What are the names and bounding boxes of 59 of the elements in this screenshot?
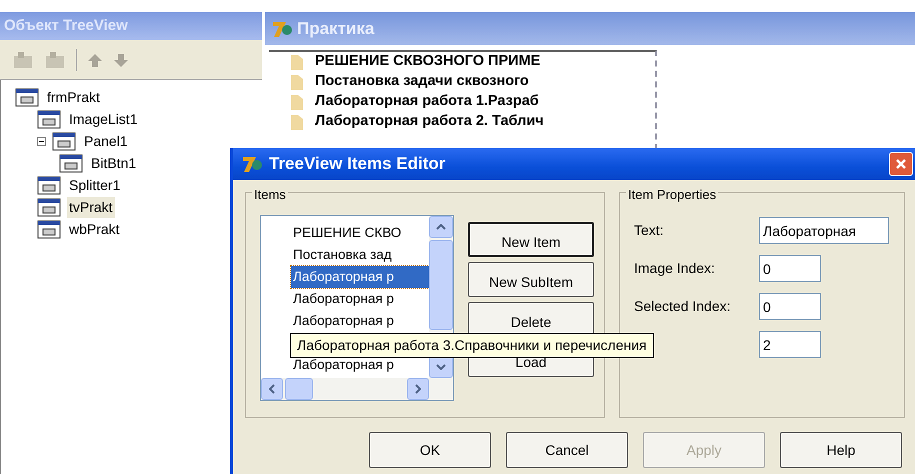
tree-item[interactable]: BitBtn1 [89, 152, 138, 174]
down-arrow-icon [113, 52, 129, 68]
dialog-button[interactable]: Help [780, 432, 902, 468]
field-label: Image Index: [634, 259, 716, 278]
dialog-button[interactable]: Cancel [506, 432, 628, 468]
component-icon [37, 176, 61, 194]
folder-icon [289, 73, 305, 91]
folder-icon [289, 93, 305, 111]
editor-button[interactable]: New Item [468, 222, 594, 257]
component-icon [59, 154, 83, 172]
chevron-left-icon [269, 384, 275, 394]
scroll-up-button[interactable] [429, 216, 453, 238]
tree-item: РЕШЕНИЕ СКВОЗНОГО ПРИМЕ [315, 52, 540, 72]
scroll-right-button[interactable] [407, 378, 429, 400]
close-icon [895, 158, 907, 170]
form-icon [15, 88, 39, 106]
tree-item[interactable]: Panel1 [82, 130, 130, 152]
component-icon [37, 110, 61, 128]
tree-item[interactable]: frmPrakt [45, 86, 102, 108]
dialog-button[interactable]: OK [369, 432, 491, 468]
folder-icon [289, 113, 305, 131]
tree-item[interactable]: Splitter1 [67, 174, 122, 196]
tree-item: Постановка задачи сквозного [315, 72, 529, 92]
scroll-thumb[interactable] [429, 240, 453, 330]
list-item[interactable]: РЕШЕНИЕ СКВО [291, 222, 433, 244]
scroll-left-button[interactable] [261, 378, 283, 400]
chevron-up-icon [436, 224, 446, 230]
folder-icon [289, 53, 305, 71]
field-label: Text: [634, 221, 665, 240]
tree-item[interactable]: tvPrakt [67, 196, 115, 218]
editor-button[interactable]: New SubItem [468, 262, 594, 297]
panel-title: Объект TreeView [0, 12, 262, 40]
field-label: Selected Index: [634, 297, 732, 316]
chevron-down-icon [436, 364, 446, 370]
list-item[interactable]: Лабораторная р [291, 310, 433, 332]
tree-item: Лабораторная работа 1.Разраб [315, 92, 539, 112]
list-item[interactable]: Лабораторная р [291, 288, 433, 310]
app-logo-icon [241, 154, 263, 174]
tree-item: Лабораторная работа 2. Таблич [315, 112, 544, 132]
dialog-button: Apply [643, 432, 765, 468]
input-field[interactable]: 2 [759, 331, 821, 358]
input-field[interactable]: Лабораторная [759, 217, 889, 244]
component-icon [37, 220, 61, 238]
tree-item[interactable]: ImageList1 [67, 108, 140, 130]
chevron-right-icon [415, 384, 421, 394]
component-icon [37, 198, 61, 216]
list-item[interactable]: Постановка зад [291, 244, 433, 266]
scroll-thumb[interactable] [285, 378, 313, 400]
tree-item[interactable]: wbPrakt [67, 218, 122, 240]
dialog-title: TreeView Items Editor [269, 153, 446, 176]
form-title: Практика [297, 18, 374, 40]
up-arrow-icon [87, 52, 103, 68]
input-field[interactable]: 0 [759, 293, 821, 320]
collapse-icon[interactable] [37, 136, 46, 146]
component-icon [52, 132, 76, 150]
scroll-down-button[interactable] [429, 356, 453, 378]
tooltip: Лабораторная работа 3.Справочники и перечисления [290, 333, 654, 358]
input-field[interactable]: 0 [759, 255, 821, 282]
close-button[interactable] [889, 152, 913, 176]
